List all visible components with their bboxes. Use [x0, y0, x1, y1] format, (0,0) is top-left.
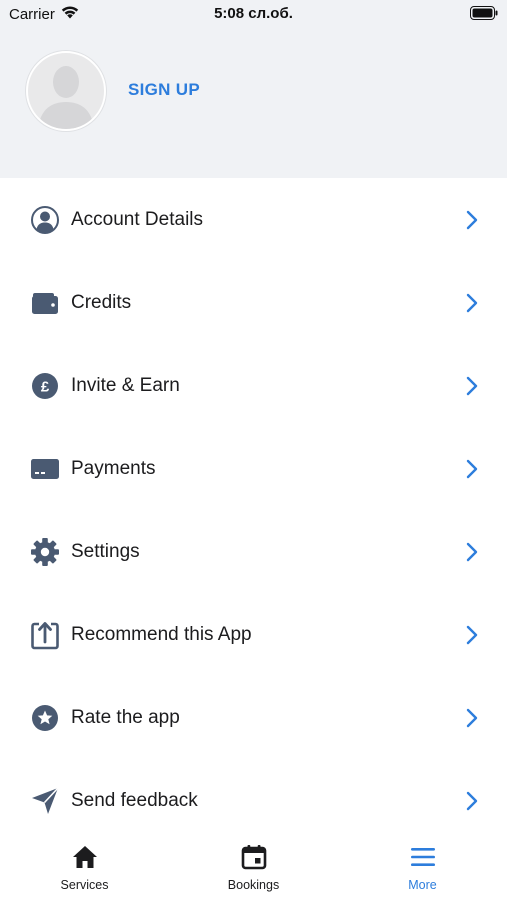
avatar-placeholder-icon	[38, 66, 94, 129]
menu-item-label: Send feedback	[71, 790, 198, 811]
star-circle-icon	[32, 705, 58, 731]
tab-services[interactable]: Services	[0, 832, 169, 900]
menu-item-invite-earn[interactable]: £ Invite & Earn	[0, 344, 507, 427]
pound-coin-icon: £	[32, 373, 58, 399]
menu-item-rate-app[interactable]: Rate the app	[0, 676, 507, 759]
sign-up-link[interactable]: SIGN UP	[128, 80, 200, 100]
chevron-right-icon	[466, 625, 478, 645]
menu-item-label: Account Details	[71, 209, 204, 230]
chevron-right-icon	[466, 293, 478, 313]
card-icon	[31, 459, 59, 479]
chevron-right-icon	[466, 459, 478, 479]
menu-item-label: Settings	[71, 541, 140, 562]
menu-item-settings[interactable]: Settings	[0, 510, 507, 593]
clock: 5:08 сл.об.	[214, 5, 293, 22]
user-circle-icon	[31, 206, 59, 234]
chevron-right-icon	[466, 376, 478, 396]
tab-label: Bookings	[227, 878, 280, 892]
avatar[interactable]	[26, 51, 106, 131]
menu-item-label: Recommend this App	[71, 624, 252, 645]
share-icon	[31, 622, 59, 650]
tab-bookings[interactable]: Bookings	[169, 832, 338, 900]
paper-plane-icon	[32, 787, 59, 814]
status-bar: Carrier 5:08 сл.об.	[0, 0, 507, 28]
more-menu-list: Account Details Credits £ Invite & Earn	[0, 178, 507, 842]
menu-item-label: Invite & Earn	[71, 375, 180, 396]
home-icon	[73, 846, 97, 868]
chevron-right-icon	[466, 542, 478, 562]
gear-icon	[31, 538, 59, 566]
chevron-right-icon	[466, 210, 478, 230]
menu-item-account-details[interactable]: Account Details	[0, 178, 507, 261]
svg-text:£: £	[41, 379, 50, 396]
tab-label: More	[408, 878, 437, 892]
menu-item-recommend-app[interactable]: Recommend this App	[0, 593, 507, 676]
calendar-icon	[241, 845, 267, 870]
tab-more[interactable]: More	[338, 832, 507, 900]
menu-item-payments[interactable]: Payments	[0, 427, 507, 510]
menu-item-label: Credits	[71, 292, 132, 313]
menu-item-send-feedback[interactable]: Send feedback	[0, 759, 507, 842]
chevron-right-icon	[466, 708, 478, 728]
bottom-tab-bar: Services Bookings More	[0, 832, 507, 900]
wallet-icon	[32, 293, 58, 314]
menu-item-credits[interactable]: Credits	[0, 261, 507, 344]
menu-item-label: Rate the app	[71, 707, 180, 728]
chevron-right-icon	[466, 791, 478, 811]
menu-item-label: Payments	[71, 458, 156, 479]
battery-icon	[470, 6, 498, 20]
profile-header: SIGN UP	[0, 28, 507, 178]
tab-label: Services	[60, 878, 109, 892]
menu-lines-icon	[411, 848, 435, 866]
